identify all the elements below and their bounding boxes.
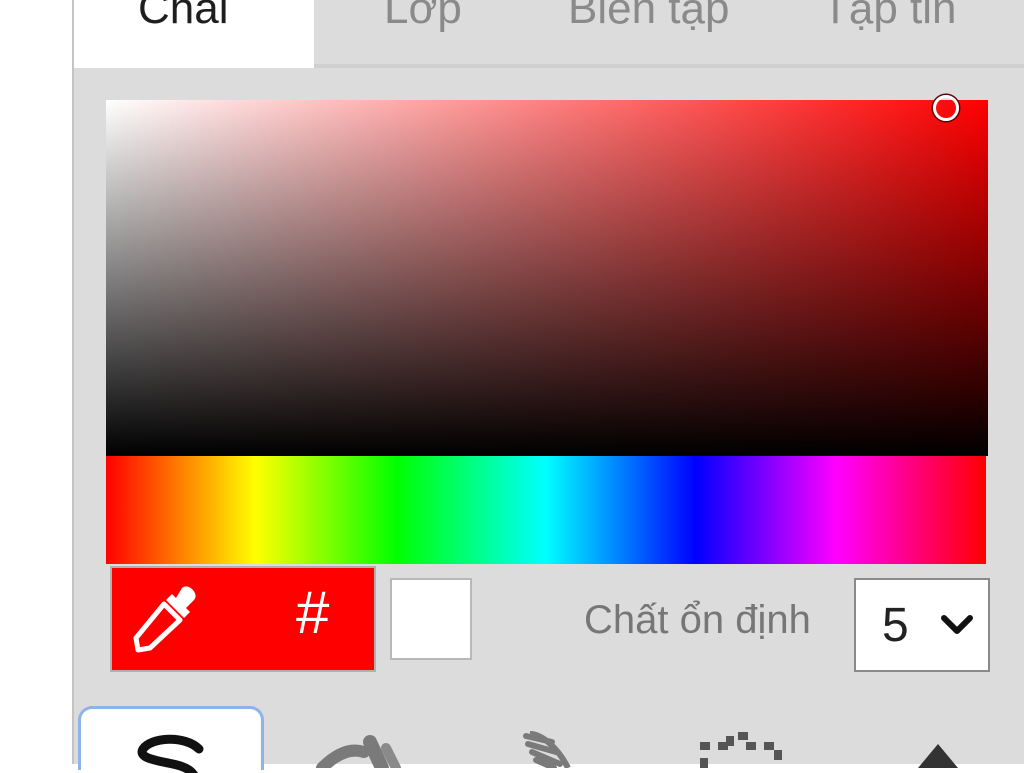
tabs-divider [314, 64, 1024, 68]
fill-tool-button[interactable] [894, 708, 1014, 768]
pen-tool-button[interactable] [78, 706, 264, 773]
brush-panel: Chải Lớp Biên tập Tập tin # Chất ổn định… [72, 0, 1024, 773]
tab-edit[interactable]: Biên tập [544, 0, 784, 68]
stabilizer-select[interactable]: 5 [854, 578, 990, 672]
current-color-button[interactable]: # [110, 566, 376, 672]
fill-icon [918, 744, 958, 768]
pen-tool-icon [137, 734, 204, 773]
tab-file-label: Tập tin [822, 0, 957, 33]
hex-input-button[interactable]: # [296, 578, 329, 647]
stabilizer-label: Chất ổn định [584, 598, 811, 642]
eyedropper-icon[interactable] [130, 582, 202, 654]
hue-slider[interactable] [106, 456, 986, 564]
blend-tool-button[interactable] [512, 708, 632, 768]
saturation-value-picker[interactable] [106, 100, 988, 456]
panel-tabs: Chải Lớp Biên tập Tập tin [74, 0, 1024, 68]
brush-tool-button[interactable] [308, 708, 428, 768]
select-tool-button[interactable] [690, 708, 810, 768]
tool-bar [74, 704, 1024, 773]
tab-layers[interactable]: Lớp [342, 0, 492, 68]
tab-brush-label: Chải [138, 0, 229, 33]
secondary-color-swatch[interactable] [390, 578, 472, 660]
blend-tool-icon [523, 731, 571, 768]
brush-tool-icon [316, 735, 401, 768]
saturation-value-handle[interactable] [933, 95, 959, 121]
tab-file[interactable]: Tập tin [806, 0, 1024, 68]
stabilizer-value: 5 [882, 599, 909, 652]
chevron-down-icon [941, 615, 973, 634]
tab-edit-label: Biên tập [568, 0, 730, 33]
tab-layers-label: Lớp [384, 0, 462, 33]
selection-icon [700, 732, 782, 768]
tab-brush[interactable]: Chải [74, 0, 314, 68]
